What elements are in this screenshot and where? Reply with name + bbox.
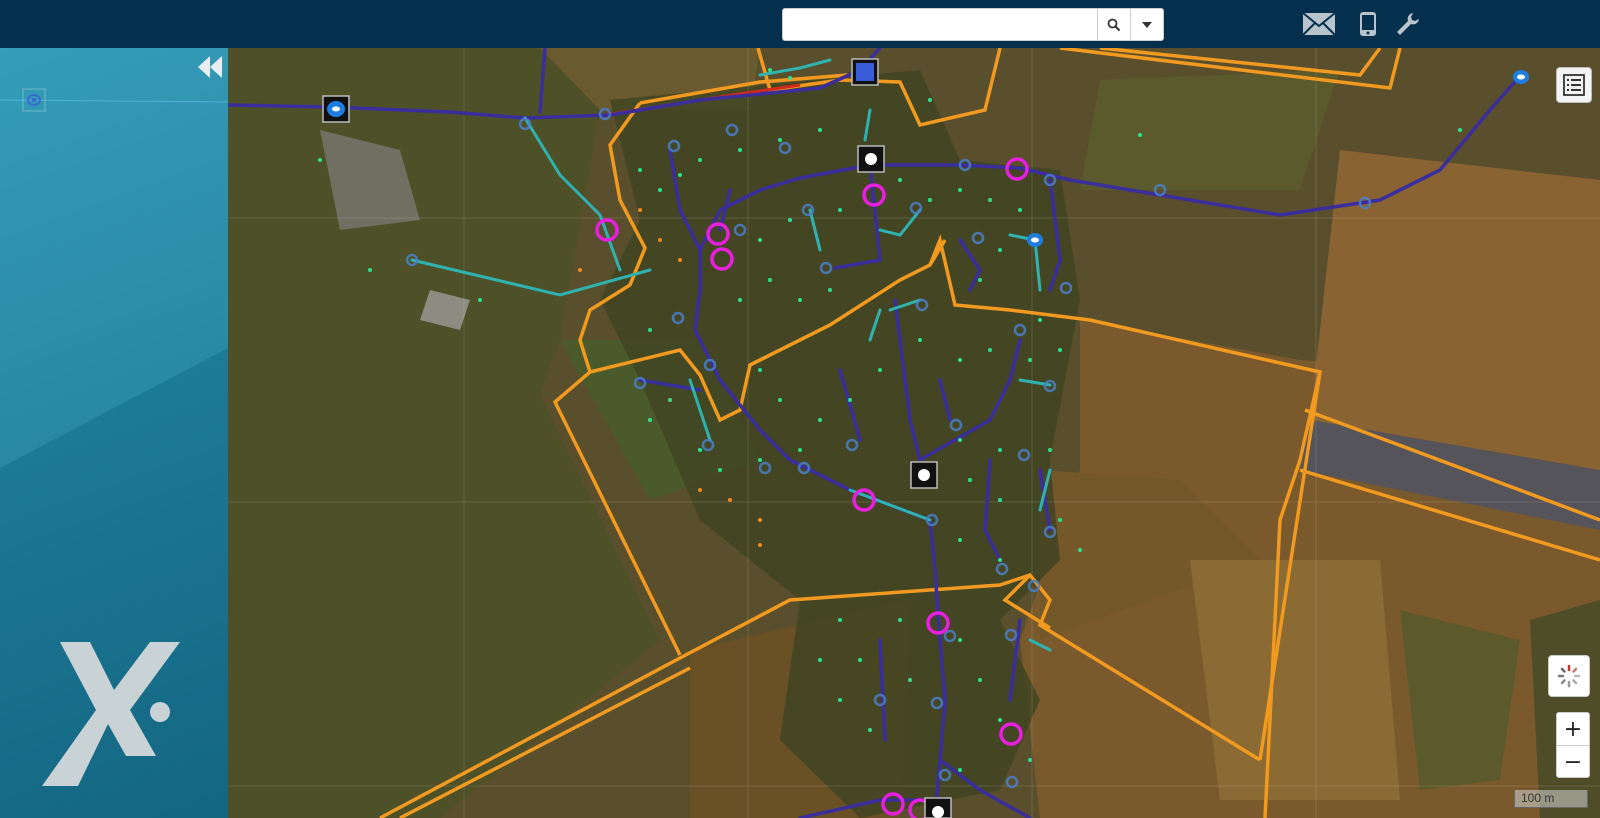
zoom-in-button[interactable]: + (1557, 713, 1589, 746)
envelope-icon (1302, 12, 1336, 36)
tools-button[interactable] (1391, 10, 1425, 38)
map-canvas[interactable] (228, 48, 1600, 818)
search-button[interactable] (1097, 9, 1130, 40)
mobile-button[interactable] (1351, 10, 1385, 38)
collapse-sidebar-button[interactable] (196, 54, 224, 80)
top-bar (0, 0, 1600, 49)
search-options-dropdown[interactable] (1130, 9, 1163, 40)
double-chevron-left-icon (198, 56, 222, 78)
zoom-control: + − (1556, 712, 1590, 778)
search-input[interactable] (783, 9, 1097, 40)
loading-indicator (1548, 655, 1590, 697)
loading-spinner-icon (1557, 664, 1581, 688)
brand-logo (38, 638, 188, 788)
search-icon (1107, 18, 1121, 31)
zoom-out-button[interactable]: − (1557, 746, 1589, 778)
brand-logo-icon (42, 642, 180, 786)
legend-button[interactable] (1556, 67, 1592, 103)
sidebar-layer-marker[interactable] (22, 88, 46, 112)
chevron-down-icon (1142, 21, 1152, 28)
map-svg (228, 48, 1600, 818)
mobile-phone-icon (1360, 12, 1376, 36)
layer-marker-icon (22, 88, 46, 112)
search-box (782, 8, 1164, 41)
wrench-icon (1397, 13, 1419, 35)
scale-bar: 100 m (1514, 790, 1588, 808)
legend-list-icon (1563, 74, 1585, 96)
mail-button[interactable] (1302, 10, 1336, 38)
